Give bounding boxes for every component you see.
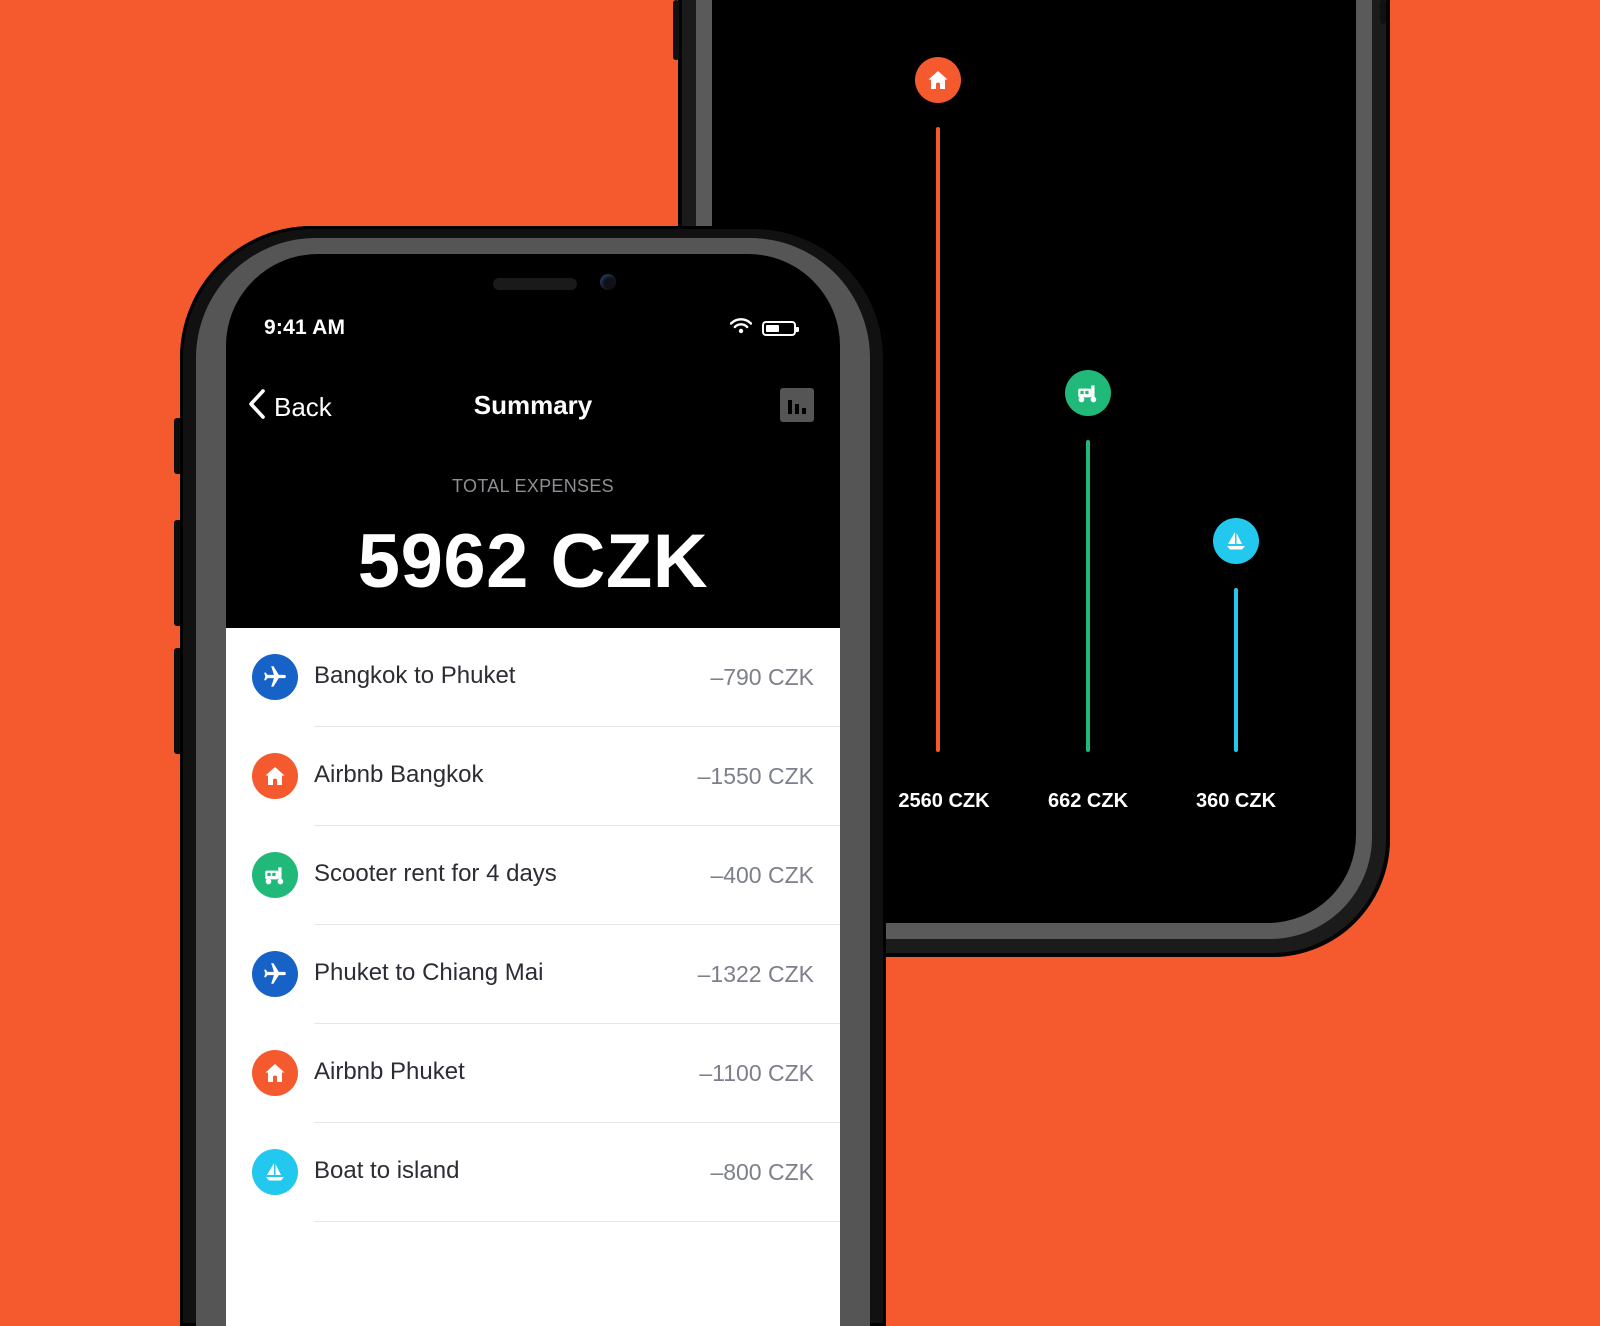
scooter-icon	[1065, 370, 1111, 416]
expense-name: Airbnb Bangkok	[314, 761, 484, 788]
row-divider	[314, 1221, 840, 1222]
list-item[interactable]: Airbnb Bangkok –1550 CZK	[226, 727, 840, 826]
total-expenses-label: TOTAL EXPENSES	[452, 476, 614, 496]
side-button	[673, 0, 679, 60]
house-icon	[252, 1050, 298, 1096]
category-bar	[936, 127, 940, 752]
bar-chart-icon[interactable]	[780, 388, 814, 422]
primary-phone: 9:41 AM Back Summary TOTAL EXPENSES 5962…	[180, 226, 886, 1326]
expense-list: Bangkok to Phuket –790 CZK Airbnb Bangkok –…	[226, 628, 840, 1326]
scooter-icon	[252, 852, 298, 898]
navigation-bar: Back Summary	[226, 384, 840, 428]
battery-icon	[762, 321, 799, 336]
status-icons	[729, 318, 799, 339]
house-icon	[915, 57, 961, 103]
list-item[interactable]: Scooter rent for 4 days –400 CZK	[226, 826, 840, 925]
airplane-icon	[252, 654, 298, 700]
category-bar-label: 662 CZK	[1047, 790, 1129, 812]
expense-amount: –400 CZK	[710, 862, 814, 888]
list-item[interactable]: Boat to island –800 CZK	[226, 1123, 840, 1222]
earpiece-speaker	[493, 278, 577, 290]
expense-amount: –800 CZK	[710, 1159, 814, 1185]
expense-amount: –1100 CZK	[699, 1060, 814, 1086]
expense-amount: –790 CZK	[710, 664, 814, 690]
summary-screen: 9:41 AM Back Summary TOTAL EXPENSES 5962…	[226, 254, 840, 1326]
expense-name: Airbnb Phuket	[314, 1058, 465, 1085]
wifi-icon	[729, 318, 753, 339]
expense-name: Scooter rent for 4 days	[314, 860, 557, 887]
expense-amount: –1322 CZK	[697, 961, 814, 987]
total-expenses-value: 5962 CZK	[357, 519, 709, 604]
airplane-icon	[252, 951, 298, 997]
category-bar-label: 2560 CZK	[898, 790, 990, 812]
side-button	[1380, 0, 1386, 24]
category-bar	[1234, 588, 1238, 752]
house-icon	[252, 753, 298, 799]
category-bar-label: 360 CZK	[1195, 790, 1277, 812]
list-item[interactable]: Bangkok to Phuket –790 CZK	[226, 628, 840, 727]
page-title: Summary	[473, 390, 593, 420]
category-bar	[1086, 440, 1090, 752]
status-time: 9:41 AM	[264, 316, 346, 339]
sailboat-icon	[1213, 518, 1259, 564]
list-item[interactable]: Airbnb Phuket –1100 CZK	[226, 1024, 840, 1123]
list-item[interactable]: Phuket to Chiang Mai –1322 CZK	[226, 925, 840, 1024]
expense-name: Bangkok to Phuket	[314, 662, 516, 689]
expense-name: Boat to island	[314, 1157, 460, 1184]
expense-name: Phuket to Chiang Mai	[314, 959, 544, 986]
expense-amount: –1550 CZK	[697, 763, 814, 789]
sailboat-icon	[252, 1149, 298, 1195]
front-camera	[600, 274, 616, 290]
